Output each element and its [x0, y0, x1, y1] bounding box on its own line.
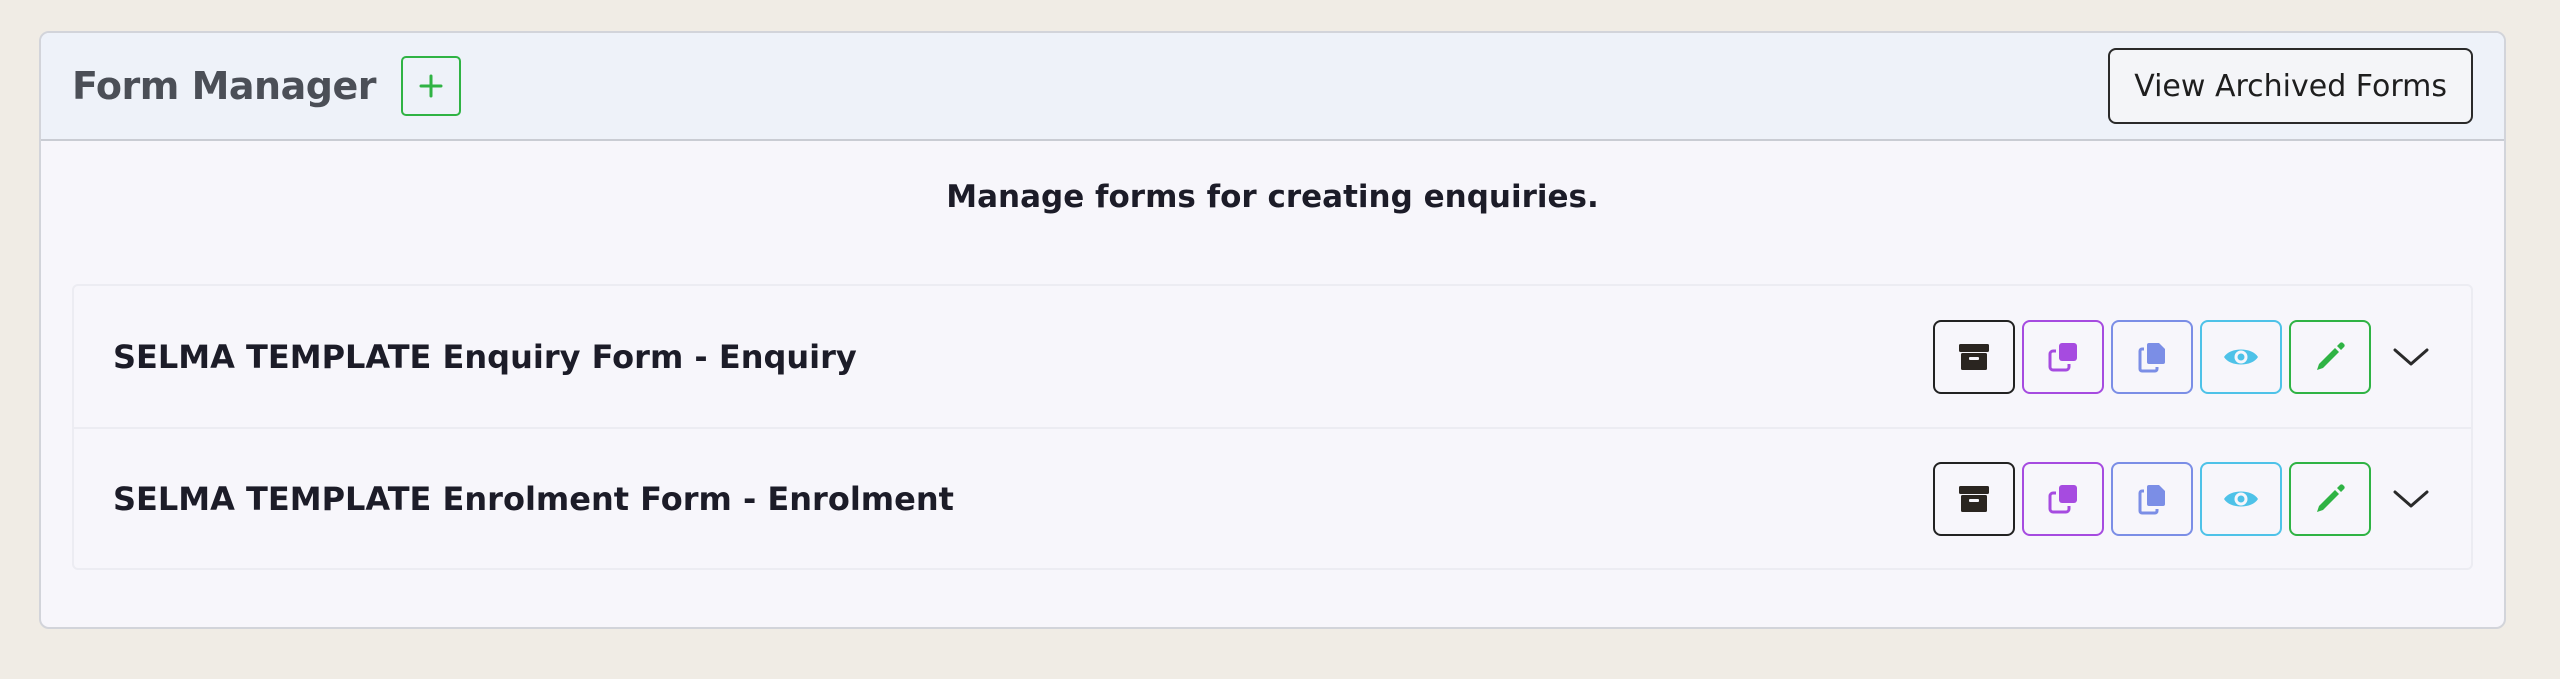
card-header: Form Manager View Archived Forms — [41, 33, 2504, 141]
add-form-button[interactable] — [400, 56, 461, 116]
card-body: Manage forms for creating enquiries. SEL… — [41, 177, 2504, 570]
preview-button[interactable] — [2200, 319, 2282, 394]
pencil-icon — [2317, 341, 2345, 370]
view-archived-forms-button[interactable]: View Archived Forms — [2108, 48, 2473, 124]
page-subtitle: Manage forms for creating enquiries. — [946, 179, 1599, 215]
chevron-down-icon — [2393, 490, 2429, 507]
duplicate-icon — [2048, 484, 2077, 513]
duplicate-button[interactable] — [2022, 319, 2104, 394]
eye-icon — [2224, 491, 2258, 506]
archive-button[interactable] — [1933, 319, 2015, 394]
preview-button[interactable] — [2200, 461, 2282, 536]
form-actions — [1926, 319, 2441, 394]
duplicate-button[interactable] — [2022, 461, 2104, 536]
duplicate-icon — [2048, 342, 2077, 371]
archive-button[interactable] — [1933, 461, 2015, 536]
copy-button[interactable] — [2111, 461, 2193, 536]
copy-icon — [2138, 342, 2165, 372]
pencil-icon — [2317, 483, 2345, 512]
expand-chevron[interactable] — [2381, 469, 2441, 529]
chevron-down-icon — [2393, 348, 2429, 365]
archive-box-icon — [1959, 485, 1989, 512]
form-title: SELMA TEMPLATE Enquiry Form - Enquiry — [113, 337, 857, 376]
copy-button[interactable] — [2111, 319, 2193, 394]
form-actions — [1926, 461, 2441, 536]
forms-list: SELMA TEMPLATE Enquiry Form - Enquiry SE… — [72, 284, 2473, 570]
copy-icon — [2138, 484, 2165, 514]
form-manager-card: Form Manager View Archived Forms Manage … — [39, 31, 2506, 629]
archive-box-icon — [1959, 343, 1989, 370]
edit-button[interactable] — [2289, 461, 2371, 536]
edit-button[interactable] — [2289, 319, 2371, 394]
eye-icon — [2224, 349, 2258, 364]
header-left: Form Manager — [72, 56, 461, 116]
form-row: SELMA TEMPLATE Enquiry Form - Enquiry — [74, 286, 2471, 427]
plus-icon — [419, 74, 443, 98]
form-row: SELMA TEMPLATE Enrolment Form - Enrolmen… — [74, 427, 2471, 568]
page-title: Form Manager — [72, 64, 376, 108]
expand-chevron[interactable] — [2381, 327, 2441, 387]
form-title: SELMA TEMPLATE Enrolment Form - Enrolmen… — [113, 479, 954, 518]
